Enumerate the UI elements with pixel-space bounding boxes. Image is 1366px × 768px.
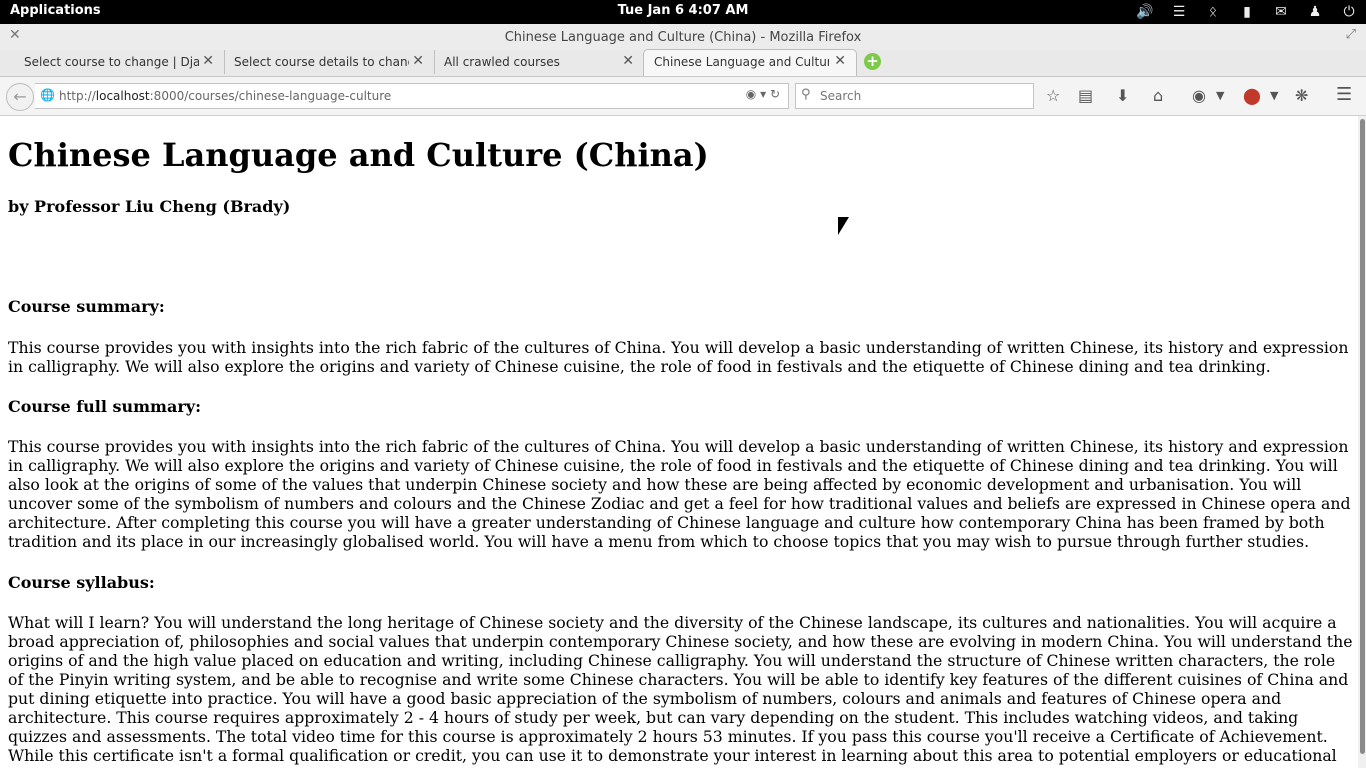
volume-icon[interactable]: 🔊: [1128, 4, 1162, 20]
tab-close-icon[interactable]: ✕: [412, 53, 424, 69]
tab-crawled-courses[interactable]: All crawled courses ✕: [434, 50, 644, 74]
downloads-icon[interactable]: ⬇: [1116, 86, 1129, 105]
reading-list-icon[interactable]: ▤: [1078, 86, 1093, 105]
new-tab-button[interactable]: +: [864, 53, 881, 70]
pocket-button-icon[interactable]: ◉: [1192, 86, 1206, 105]
bookmark-star-icon[interactable]: ☆: [1046, 86, 1060, 105]
bluetooth-icon[interactable]: ᛟ: [1196, 4, 1230, 20]
page-content: Chinese Language and Culture (China) by …: [0, 116, 1358, 768]
summary-text: This course provides you with insights i…: [8, 338, 1349, 376]
globe-icon: 🌐: [40, 88, 55, 102]
dropdown-arrow-icon[interactable]: ▾: [760, 87, 766, 101]
tab-chinese-language-culture[interactable]: Chinese Language and Culture ... ✕: [643, 49, 857, 76]
window-titlebar: ✕ Chinese Language and Culture (China) -…: [0, 24, 1366, 50]
syllabus-heading: Course syllabus:: [8, 573, 155, 592]
tab-label: Chinese Language and Culture ...: [654, 55, 829, 69]
wifi-icon[interactable]: ☰: [1162, 4, 1196, 20]
full-summary-text: This course provides you with insights i…: [8, 437, 1351, 551]
tab-close-icon[interactable]: ✕: [202, 53, 214, 69]
mail-icon[interactable]: ✉: [1264, 4, 1298, 20]
url-bar[interactable]: 🌐 http://localhost:8000/courses/chinese-…: [35, 83, 789, 109]
page-title: Chinese Language and Culture (China): [8, 136, 709, 174]
scrollbar-thumb[interactable]: [1360, 119, 1365, 754]
tab-strip: Select course to change | Djan... ✕ Sele…: [0, 49, 1366, 77]
back-button[interactable]: ←: [6, 83, 34, 111]
navigation-toolbar: ← 🌐 http://localhost:8000/courses/chines…: [0, 77, 1366, 116]
adblock-dropdown-icon[interactable]: ▼: [1270, 89, 1278, 102]
power-icon[interactable]: ⏻: [1332, 4, 1366, 20]
tab-django-course[interactable]: Select course to change | Djan... ✕: [14, 50, 225, 74]
pocket-dropdown-icon[interactable]: ▼: [1216, 89, 1224, 102]
window-title: Chinese Language and Culture (China) - M…: [504, 30, 862, 45]
tab-label: Select course details to change...: [234, 55, 409, 69]
user-icon[interactable]: ♟: [1298, 4, 1332, 20]
system-panel: Applications Tue Jan 6 4:07 AM 🔊 ☰ ᛟ ▮ ✉…: [0, 0, 1366, 24]
hamburger-menu-icon[interactable]: ☰: [1336, 84, 1352, 105]
tab-label: All crawled courses: [444, 55, 560, 69]
tab-close-icon[interactable]: ✕: [834, 53, 846, 69]
search-box[interactable]: ⚲: [795, 83, 1034, 109]
home-icon[interactable]: ⌂: [1153, 86, 1163, 105]
system-tray: 🔊 ☰ ᛟ ▮ ✉ ♟ ⏻: [1128, 0, 1366, 24]
pocket-icon[interactable]: ◉: [746, 87, 756, 101]
summary-heading: Course summary:: [8, 297, 165, 316]
battery-icon[interactable]: ▮: [1230, 4, 1264, 20]
tab-label: Select course to change | Djan...: [24, 55, 199, 69]
mouse-cursor-icon: [838, 217, 849, 235]
full-summary-heading: Course full summary:: [8, 397, 201, 416]
tab-close-icon[interactable]: ✕: [622, 53, 634, 69]
applications-menu[interactable]: Applications: [10, 3, 101, 18]
search-icon: ⚲: [801, 87, 811, 102]
window-restore-icon[interactable]: ⤢: [1346, 27, 1356, 42]
adblock-icon[interactable]: ⬤: [1243, 86, 1261, 105]
tab-course-details[interactable]: Select course details to change... ✕: [224, 50, 435, 74]
reload-icon[interactable]: ↻: [770, 87, 780, 101]
search-input[interactable]: [818, 88, 1022, 104]
syllabus-text: What will I learn? You will understand t…: [8, 613, 1353, 768]
url-bar-tools: ◉ ▾ ↻: [746, 87, 780, 101]
course-instructor: by Professor Liu Cheng (Brady): [8, 197, 291, 216]
url-text[interactable]: http://localhost:8000/courses/chinese-la…: [59, 89, 391, 103]
extension-icon[interactable]: ❋: [1295, 86, 1308, 105]
